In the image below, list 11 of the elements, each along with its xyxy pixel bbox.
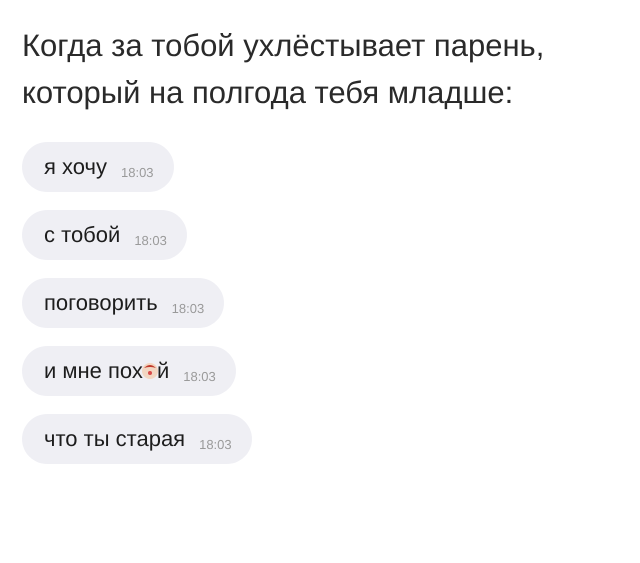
message-time: 18:03 bbox=[134, 232, 167, 248]
message-text: что ты старая bbox=[44, 426, 186, 452]
message-text: с тобой bbox=[44, 222, 120, 248]
message-time: 18:03 bbox=[172, 300, 204, 316]
message-time: 18:03 bbox=[199, 436, 232, 452]
message-text: и мне пох й bbox=[44, 358, 170, 384]
message-time: 18:03 bbox=[183, 368, 216, 384]
caption-text: Когда за тобой ухлёстывает парень, который на полгода тебя младше: bbox=[22, 27, 546, 112]
message-time: 18:03 bbox=[121, 164, 154, 180]
message-text: поговорить bbox=[44, 290, 158, 316]
message-text: я хочу bbox=[44, 154, 107, 180]
